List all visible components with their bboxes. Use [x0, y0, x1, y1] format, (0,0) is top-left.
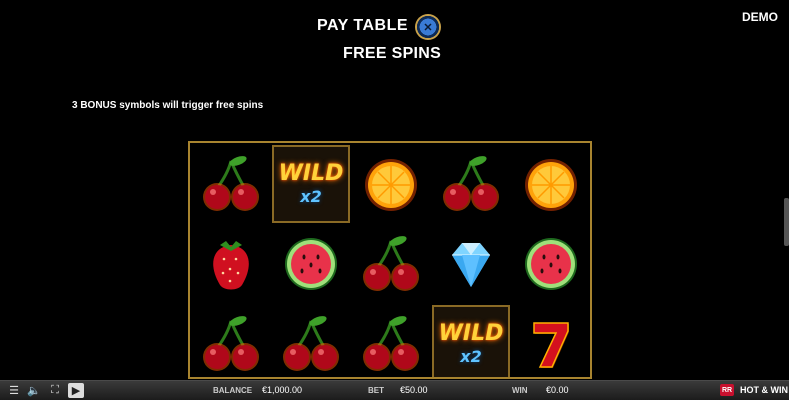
- orange-symbol: [512, 145, 590, 223]
- close-icon: ✕: [423, 21, 433, 34]
- wild-multiplier: x2: [300, 187, 322, 206]
- orange-symbol: [352, 145, 430, 223]
- menu-icon[interactable]: ☰: [6, 383, 22, 398]
- seven-symbol: [512, 305, 590, 377]
- wild-text: WILD: [278, 161, 344, 186]
- footer-bar: ☰ 🔈 ⛶ ▶ BALANCE €1,000.00 BET €50.00 WIN…: [0, 380, 789, 400]
- cherry-symbol: [192, 305, 270, 377]
- wild-symbol-label: WILD x2: [279, 163, 344, 205]
- brand-logo: RR: [720, 384, 734, 396]
- bet-value: €50.00: [400, 385, 428, 395]
- fullscreen-icon[interactable]: ⛶: [47, 383, 63, 398]
- scrollbar-thumb[interactable]: [784, 198, 789, 246]
- wild-text: WILD: [438, 321, 504, 346]
- cherry-symbol: [432, 145, 510, 223]
- wild-symbol: WILD x2: [432, 305, 510, 377]
- wild-symbol: WILD x2: [272, 145, 350, 223]
- reel-grid: WILD x2 WILD x2: [188, 141, 592, 379]
- free-spins-description: 3 BONUS symbols will trigger free spins: [72, 100, 264, 111]
- watermelon-symbol: [512, 225, 590, 303]
- wild-multiplier: x2: [460, 347, 482, 366]
- wild-symbol-label: WILD x2: [439, 323, 504, 365]
- pay-table-title: PAY TABLE: [317, 17, 409, 34]
- win-label: WIN: [512, 386, 528, 395]
- cherry-symbol: [192, 145, 270, 223]
- cherry-symbol: [272, 305, 350, 377]
- win-value: €0.00: [546, 385, 569, 395]
- bet-label: BET: [368, 386, 384, 395]
- autoplay-icon[interactable]: ▶: [68, 383, 84, 398]
- balance-label: BALANCE: [213, 386, 253, 395]
- close-button[interactable]: ✕: [415, 14, 441, 40]
- balance-value: €1,000.00: [262, 385, 303, 395]
- diamond-symbol: [432, 225, 510, 303]
- game-name: HOT & WIN: [740, 385, 788, 395]
- sound-icon[interactable]: 🔈: [26, 383, 42, 398]
- cherry-symbol: [352, 305, 430, 377]
- free-spins-subtitle: FREE SPINS: [343, 45, 442, 62]
- watermelon-symbol: [272, 225, 350, 303]
- cherry-symbol: [352, 225, 430, 303]
- demo-label: DEMO: [742, 10, 778, 24]
- strawberry-symbol: [192, 225, 270, 303]
